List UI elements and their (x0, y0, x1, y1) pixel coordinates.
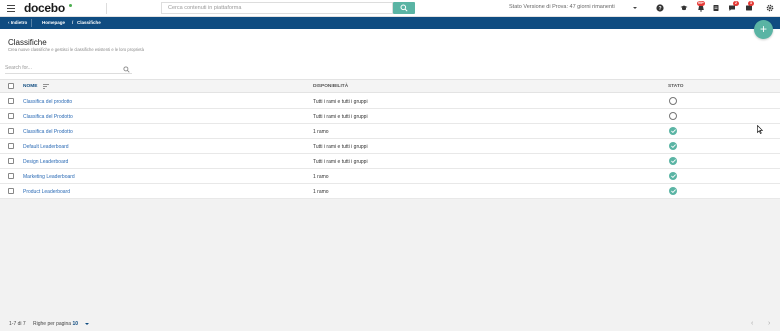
availability-cell: 1 ramo (313, 174, 329, 180)
help-icon[interactable]: ? (656, 4, 664, 12)
chevron-down-icon[interactable] (85, 323, 89, 325)
breadcrumb-current: Classifiche (77, 20, 101, 25)
breadcrumb: ‹ Indietro Homepage / Classifiche (0, 17, 780, 29)
availability-cell: Tutti i rami e tutti i gruppi (313, 114, 368, 120)
breadcrumb-home[interactable]: Homepage (42, 19, 65, 27)
column-name[interactable]: NOME (23, 84, 37, 89)
result-count: 1-7 di 7 (9, 321, 26, 327)
notifications-badge: 99+ (697, 1, 705, 6)
status-active-icon[interactable] (669, 142, 677, 150)
search-button[interactable] (393, 2, 415, 14)
status-inactive-icon[interactable] (669, 112, 677, 120)
search-icon (400, 4, 408, 12)
leaderboard-name-link[interactable]: Classifica del Prodotto (23, 114, 73, 120)
availability-cell: 1 ramo (313, 189, 329, 195)
row-checkbox[interactable] (8, 158, 14, 164)
leaderboard-name-link[interactable]: Product Leaderboard (23, 189, 70, 195)
row-checkbox[interactable] (8, 98, 14, 104)
logo[interactable]: docebo (24, 1, 65, 15)
page-title: Classifiche (8, 38, 47, 47)
availability-cell: Tutti i rami e tutti i gruppi (313, 144, 368, 150)
search-filter-placeholder: Search for... (5, 65, 32, 71)
back-link[interactable]: ‹ Indietro (4, 19, 33, 27)
column-status[interactable]: STATO (668, 84, 683, 89)
chevron-down-icon[interactable] (633, 7, 637, 9)
svg-text:?: ? (658, 6, 661, 12)
top-bar: docebo Cerca contenuti in piattaforma St… (0, 0, 780, 17)
leaderboard-name-link[interactable]: Classifica del Prodotto (23, 129, 73, 135)
search-filter-input[interactable]: Search for... (5, 63, 132, 74)
status-active-icon[interactable] (669, 187, 677, 195)
table-row[interactable]: Design Leaderboard Tutti i rami e tutti i… (0, 154, 780, 169)
table-row[interactable]: Marketing Leaderboard 1 ramo (0, 169, 780, 184)
sort-icon[interactable] (43, 84, 49, 89)
availability-cell: Tutti i rami e tutti i gruppi (313, 159, 368, 165)
table-row[interactable]: Product Leaderboard 1 ramo (0, 184, 780, 199)
back-label: Indietro (10, 20, 28, 25)
search-icon (123, 66, 130, 73)
breadcrumb-separator: / (72, 20, 74, 25)
next-page-button[interactable]: › (768, 320, 770, 327)
trial-status[interactable]: Stato Versione di Prova: 47 giorni riman… (509, 4, 615, 10)
logo-dot (69, 4, 72, 7)
column-availability[interactable]: DISPONIBILITÀ (313, 84, 348, 89)
table-row[interactable]: Classifica del Prodotto 1 ramo (0, 124, 780, 139)
page-subtitle: Crea nuove classifiche e gestisci le cla… (8, 47, 144, 52)
mouse-cursor-icon (757, 125, 763, 134)
pagination-bar: 1-7 di 7 Righe per pagina 10 ‹ › (0, 317, 780, 331)
add-leaderboard-button[interactable]: + (754, 20, 773, 39)
status-active-icon[interactable] (669, 172, 677, 180)
table-header: NOME DISPONIBILITÀ STATO (0, 79, 780, 93)
status-inactive-icon[interactable] (669, 97, 677, 105)
rows-per-page-value: 10 (72, 321, 79, 327)
select-all-checkbox[interactable] (8, 83, 14, 89)
document-icon[interactable] (712, 4, 720, 12)
availability-cell: Tutti i rami e tutti i gruppi (313, 99, 368, 105)
row-checkbox[interactable] (8, 128, 14, 134)
gear-icon[interactable] (766, 4, 774, 12)
leaderboard-name-link[interactable]: Classifica del prodotto (23, 99, 72, 105)
table-row[interactable]: Default Leaderboard Tutti i rami e tutti … (0, 139, 780, 154)
prev-page-button[interactable]: ‹ (751, 320, 753, 327)
leaderboard-name-link[interactable]: Default Leaderboard (23, 144, 69, 150)
divider (106, 3, 107, 14)
table-row[interactable]: Classifica del prodotto Tutti i rami e tu… (0, 94, 780, 109)
leaderboard-name-link[interactable]: Marketing Leaderboard (23, 174, 75, 180)
rows-per-page-label: Righe per pagina (33, 321, 72, 327)
row-checkbox[interactable] (8, 173, 14, 179)
status-active-icon[interactable] (669, 157, 677, 165)
status-active-icon[interactable] (669, 127, 677, 135)
row-checkbox[interactable] (8, 113, 14, 119)
global-search-input[interactable]: Cerca contenuti in piattaforma (161, 2, 393, 14)
notes-badge: 3 (748, 1, 754, 6)
row-checkbox[interactable] (8, 143, 14, 149)
graduation-cap-icon[interactable] (680, 4, 688, 12)
leaderboard-name-link[interactable]: Design Leaderboard (23, 159, 68, 165)
chat-badge: 2 (733, 1, 739, 6)
row-checkbox[interactable] (8, 188, 14, 194)
rows-per-page-selector[interactable]: Righe per pagina 10 (33, 321, 78, 327)
availability-cell: 1 ramo (313, 129, 329, 135)
menu-icon[interactable] (7, 5, 15, 12)
table-row[interactable]: Classifica del Prodotto Tutti i rami e tu… (0, 109, 780, 124)
